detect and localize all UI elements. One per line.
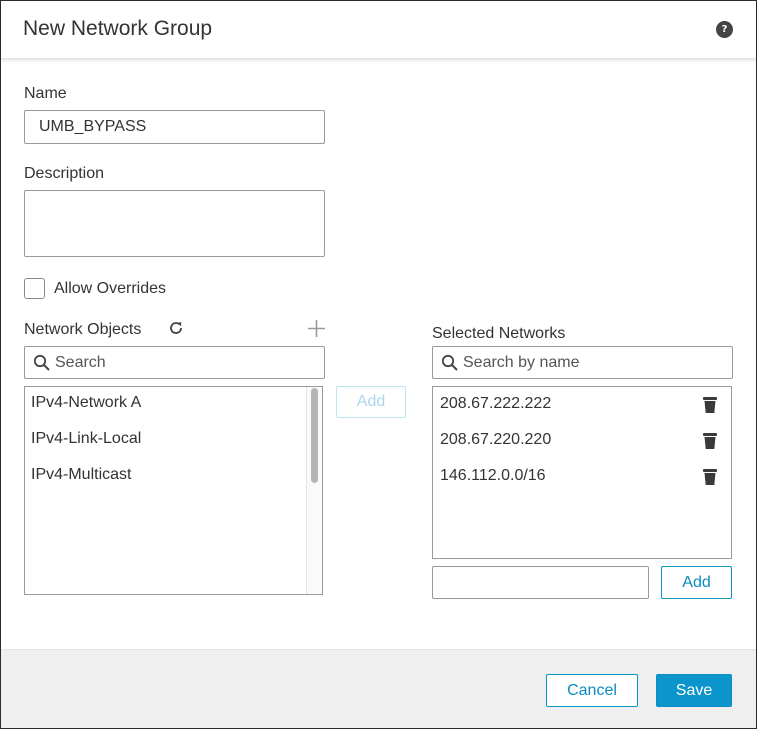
description-field[interactable] (24, 190, 325, 257)
help-icon[interactable]: ? (716, 21, 733, 38)
list-scrollbar[interactable] (306, 387, 322, 594)
list-item[interactable]: IPv4-Multicast (31, 466, 131, 484)
cancel-button[interactable]: Cancel (546, 674, 638, 707)
dialog-footer: Cancel Save (1, 649, 756, 728)
search-icon (441, 354, 458, 371)
search-icon (33, 354, 50, 371)
save-button[interactable]: Save (656, 674, 732, 707)
add-to-selected-button[interactable]: Add (336, 386, 406, 418)
list-item: 146.112.0.0/16 (440, 467, 546, 484)
selected-networks-label: Selected Networks (432, 325, 566, 342)
scrollbar-thumb[interactable] (311, 388, 318, 483)
description-label: Description (24, 165, 105, 182)
selected-networks-search[interactable] (432, 346, 733, 379)
name-field[interactable] (24, 110, 325, 144)
dialog-title: New Network Group (23, 17, 213, 40)
network-objects-search-input[interactable] (55, 347, 305, 378)
trash-icon[interactable] (702, 468, 718, 486)
plus-icon[interactable] (307, 319, 326, 338)
list-item: 208.67.220.220 (440, 431, 552, 448)
list-item[interactable]: IPv4-Network A (31, 394, 141, 412)
manual-network-entry-field[interactable] (432, 566, 649, 599)
dialog-header: New Network Group ? (1, 1, 756, 59)
new-network-group-dialog: New Network Group ? Name Description All… (0, 0, 757, 729)
name-label: Name (24, 85, 67, 102)
list-item[interactable]: IPv4-Link-Local (31, 430, 141, 448)
trash-icon[interactable] (702, 396, 718, 414)
trash-icon[interactable] (702, 432, 718, 450)
add-manual-network-button[interactable]: Add (661, 566, 732, 599)
allow-overrides-checkbox[interactable] (24, 278, 45, 299)
selected-networks-list: 208.67.222.222 208.67.220.220 146.112.0.… (432, 386, 732, 559)
network-objects-search[interactable] (24, 346, 325, 379)
network-objects-label: Network Objects (24, 321, 142, 338)
refresh-icon[interactable] (168, 320, 184, 336)
selected-networks-search-input[interactable] (463, 347, 713, 378)
allow-overrides-label[interactable]: Allow Overrides (54, 280, 166, 298)
network-objects-list: IPv4-Network A IPv4-Link-Local IPv4-Mult… (24, 386, 323, 595)
list-item: 208.67.222.222 (440, 395, 552, 412)
